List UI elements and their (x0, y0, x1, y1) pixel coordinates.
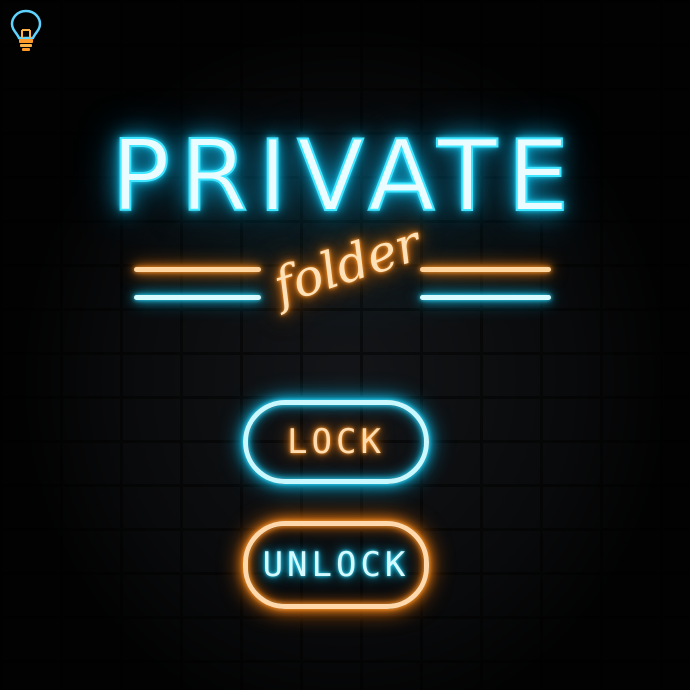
lock-button-label: LOCK (287, 422, 385, 462)
title-divider-cyan-right (420, 295, 551, 300)
page-title: PRIVATE (110, 120, 580, 234)
title-divider-cyan-left (134, 295, 261, 300)
title-divider-orange-left (134, 267, 261, 272)
app-screen: PRIVATE folder LOCK UNLOCK (0, 0, 690, 690)
title-divider-orange-right (420, 267, 551, 272)
unlock-button[interactable]: UNLOCK (243, 521, 429, 609)
unlock-button-label: UNLOCK (262, 545, 410, 585)
lock-button[interactable]: LOCK (243, 400, 429, 484)
lightbulb-icon[interactable] (8, 8, 44, 54)
